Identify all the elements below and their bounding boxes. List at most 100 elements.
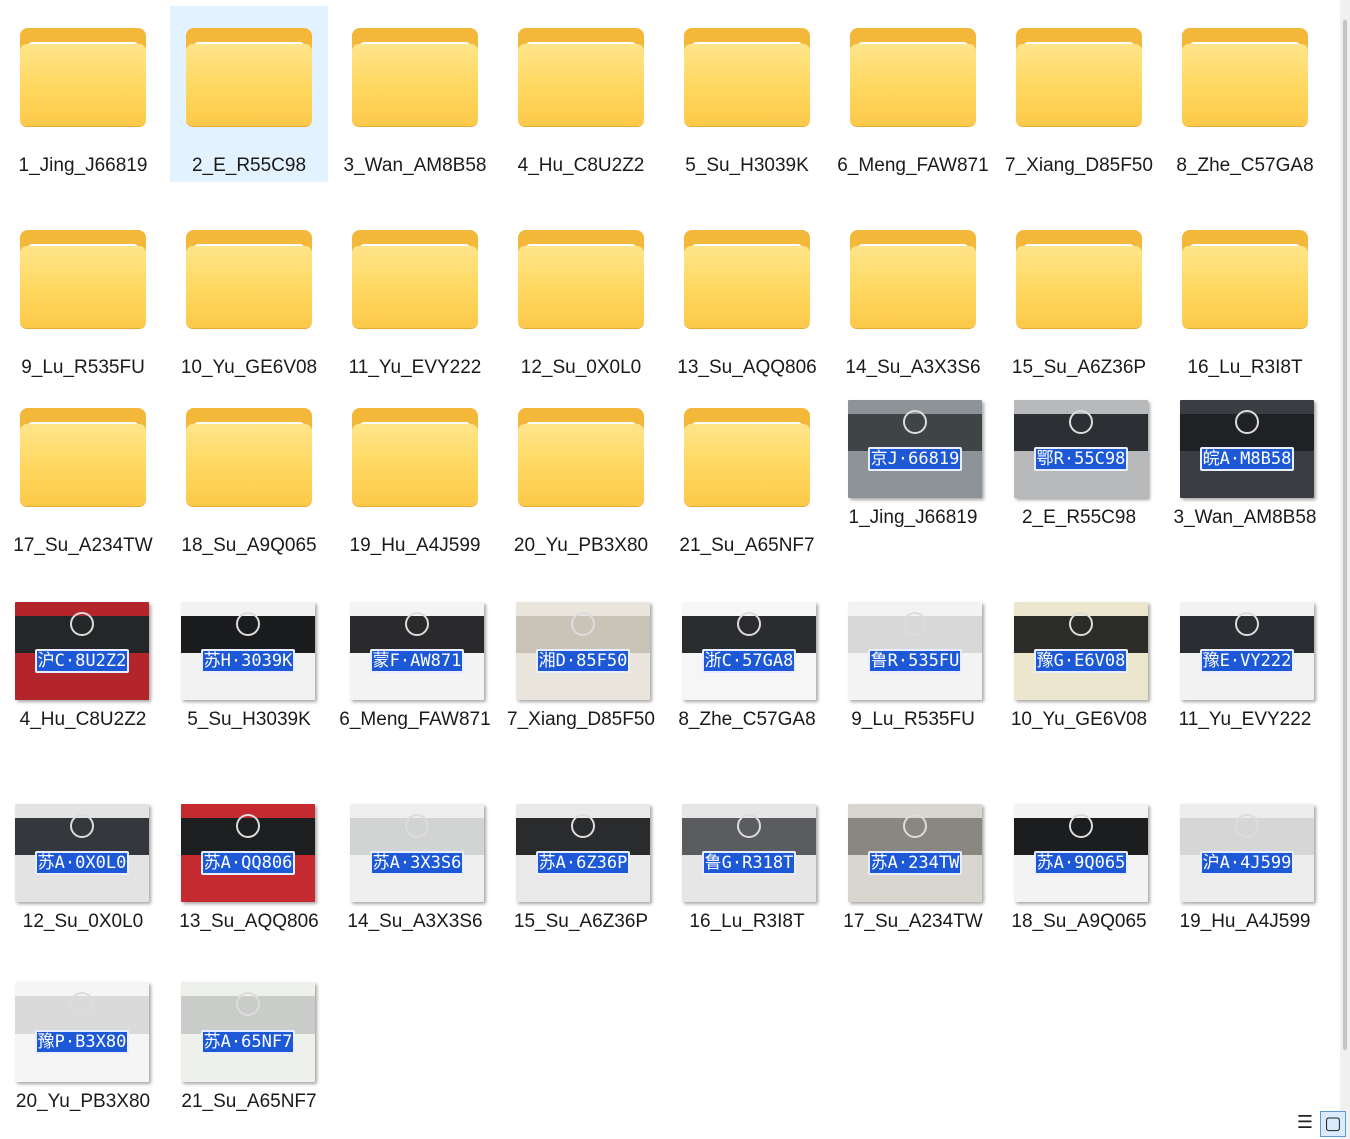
folder-item[interactable]: 13_Su_AQQ806 bbox=[668, 222, 826, 398]
folder-name: 21_Su_A65NF7 bbox=[679, 535, 815, 556]
folder-item[interactable]: 10_Yu_GE6V08 bbox=[170, 222, 328, 398]
image-thumbnail: 苏A·0X0L0 bbox=[15, 804, 149, 902]
image-file-item[interactable]: 苏A·234TW 17_Su_A234TW bbox=[834, 804, 992, 980]
image-thumbnail: 苏A·9Q065 bbox=[1014, 804, 1148, 902]
folder-name: 6_Meng_FAW871 bbox=[837, 155, 989, 176]
license-plate: 湘D·85F50 bbox=[536, 649, 630, 674]
license-plate: 京J·66819 bbox=[868, 447, 962, 472]
folder-front-shape bbox=[850, 44, 976, 126]
folder-icon bbox=[20, 28, 146, 126]
folder-item[interactable]: 21_Su_A65NF7 bbox=[668, 400, 826, 596]
image-file-item[interactable]: 苏A·65NF7 21_Su_A65NF7 bbox=[170, 982, 328, 1112]
car-emblem bbox=[903, 813, 927, 838]
folder-icon bbox=[518, 28, 644, 126]
folder-icon bbox=[352, 408, 478, 506]
image-thumbnail: 豫G·E6V08 bbox=[1014, 602, 1148, 700]
car-emblem bbox=[737, 611, 761, 636]
image-file-item[interactable]: 豫E·VY222 11_Yu_EVY222 bbox=[1166, 602, 1324, 798]
folder-front-shape bbox=[684, 44, 810, 126]
folder-item[interactable]: 1_Jing_J66819 bbox=[4, 6, 162, 182]
car-emblem bbox=[1069, 813, 1093, 838]
folder-item[interactable]: 15_Su_A6Z36P bbox=[1000, 222, 1158, 398]
folder-item[interactable]: 17_Su_A234TW bbox=[4, 400, 162, 596]
folder-front-shape bbox=[1182, 44, 1308, 126]
car-emblem bbox=[1069, 611, 1093, 636]
image-file-item[interactable]: 苏A·0X0L0 12_Su_0X0L0 bbox=[4, 804, 162, 980]
folder-item[interactable]: 2_E_R55C98 bbox=[170, 6, 328, 182]
image-file-item[interactable]: 浙C·57GA8 8_Zhe_C57GA8 bbox=[668, 602, 826, 798]
folder-icon bbox=[684, 28, 810, 126]
folder-item[interactable]: 9_Lu_R535FU bbox=[4, 222, 162, 398]
file-name: 15_Su_A6Z36P bbox=[513, 911, 649, 932]
large-icons-view-icon[interactable]: ▢ bbox=[1320, 1111, 1346, 1137]
file-name: 19_Hu_A4J599 bbox=[1179, 911, 1311, 932]
image-thumbnail: 苏A·234TW bbox=[848, 804, 982, 902]
folder-item[interactable]: 16_Lu_R3I8T bbox=[1166, 222, 1324, 398]
view-toggle: ☰ ▢ bbox=[1292, 1107, 1350, 1139]
image-thumbnail: 苏A·QQ806 bbox=[181, 804, 315, 902]
image-thumbnail: 沪C·8U2Z2 bbox=[15, 602, 149, 700]
image-file-item[interactable]: 皖A·M8B58 3_Wan_AM8B58 bbox=[1166, 400, 1324, 596]
license-plate: 沪A·4J599 bbox=[1200, 851, 1294, 876]
image-thumbnail: 鲁G·R318T bbox=[682, 804, 816, 902]
file-name: 4_Hu_C8U2Z2 bbox=[19, 709, 147, 730]
folder-item[interactable]: 4_Hu_C8U2Z2 bbox=[502, 6, 660, 182]
details-view-icon[interactable]: ☰ bbox=[1292, 1111, 1318, 1137]
image-file-item[interactable]: 苏A·6Z36P 15_Su_A6Z36P bbox=[502, 804, 660, 980]
folder-icon bbox=[20, 230, 146, 328]
folder-icon bbox=[518, 230, 644, 328]
folder-item[interactable]: 8_Zhe_C57GA8 bbox=[1166, 6, 1324, 182]
folder-item[interactable]: 7_Xiang_D85F50 bbox=[1000, 6, 1158, 182]
image-file-item[interactable]: 苏A·9Q065 18_Su_A9Q065 bbox=[1000, 804, 1158, 980]
folder-icon bbox=[352, 28, 478, 126]
license-plate: 苏A·3X3S6 bbox=[370, 851, 464, 876]
image-thumbnail: 京J·66819 bbox=[848, 400, 982, 498]
folder-icon bbox=[186, 408, 312, 506]
folder-item[interactable]: 18_Su_A9Q065 bbox=[170, 400, 328, 596]
image-file-item[interactable]: 豫G·E6V08 10_Yu_GE6V08 bbox=[1000, 602, 1158, 798]
folder-front-shape bbox=[352, 44, 478, 126]
image-file-item[interactable]: 苏A·QQ806 13_Su_AQQ806 bbox=[170, 804, 328, 980]
folder-icon bbox=[1016, 28, 1142, 126]
image-thumbnail: 豫E·VY222 bbox=[1180, 602, 1314, 700]
license-plate: 沪C·8U2Z2 bbox=[35, 649, 129, 674]
image-file-item[interactable]: 蒙F·AW871 6_Meng_FAW871 bbox=[336, 602, 494, 798]
folder-name: 19_Hu_A4J599 bbox=[349, 535, 481, 556]
image-file-item[interactable]: 鲁R·535FU 9_Lu_R535FU bbox=[834, 602, 992, 798]
file-name: 14_Su_A3X3S6 bbox=[347, 911, 483, 932]
folder-item[interactable]: 12_Su_0X0L0 bbox=[502, 222, 660, 398]
car-emblem bbox=[903, 409, 927, 434]
folder-name: 13_Su_AQQ806 bbox=[677, 357, 817, 378]
image-file-item[interactable]: 苏A·3X3S6 14_Su_A3X3S6 bbox=[336, 804, 494, 980]
car-emblem bbox=[70, 992, 94, 1016]
folder-front-shape bbox=[518, 424, 644, 506]
folder-item[interactable]: 5_Su_H3039K bbox=[668, 6, 826, 182]
folder-item[interactable]: 6_Meng_FAW871 bbox=[834, 6, 992, 182]
folder-item[interactable]: 20_Yu_PB3X80 bbox=[502, 400, 660, 596]
file-name: 8_Zhe_C57GA8 bbox=[678, 709, 816, 730]
folder-icon bbox=[518, 408, 644, 506]
vertical-scrollbar[interactable] bbox=[1340, 0, 1350, 1139]
image-file-item[interactable]: 沪A·4J599 19_Hu_A4J599 bbox=[1166, 804, 1324, 980]
image-file-item[interactable]: 沪C·8U2Z2 4_Hu_C8U2Z2 bbox=[4, 602, 162, 798]
folder-item[interactable]: 19_Hu_A4J599 bbox=[336, 400, 494, 596]
image-thumbnail: 苏A·65NF7 bbox=[181, 982, 315, 1082]
folder-item[interactable]: 14_Su_A3X3S6 bbox=[834, 222, 992, 398]
image-file-item[interactable]: 豫P·B3X80 20_Yu_PB3X80 bbox=[4, 982, 162, 1112]
scrollbar-thumb[interactable] bbox=[1343, 20, 1347, 1050]
image-file-item[interactable]: 湘D·85F50 7_Xiang_D85F50 bbox=[502, 602, 660, 798]
folder-item[interactable]: 3_Wan_AM8B58 bbox=[336, 6, 494, 182]
image-file-item[interactable]: 鲁G·R318T 16_Lu_R3I8T bbox=[668, 804, 826, 980]
license-plate: 豫E·VY222 bbox=[1200, 649, 1294, 674]
folder-front-shape bbox=[186, 246, 312, 328]
car-emblem bbox=[70, 813, 94, 838]
image-file-item[interactable]: 京J·66819 1_Jing_J66819 bbox=[834, 400, 992, 596]
folder-front-shape bbox=[20, 44, 146, 126]
image-file-item[interactable]: 苏H·3039K 5_Su_H3039K bbox=[170, 602, 328, 798]
folder-name: 1_Jing_J66819 bbox=[18, 155, 148, 176]
image-file-item[interactable]: 鄂R·55C98 2_E_R55C98 bbox=[1000, 400, 1158, 596]
folder-front-shape bbox=[1016, 246, 1142, 328]
car-emblem bbox=[903, 611, 927, 636]
folder-item[interactable]: 11_Yu_EVY222 bbox=[336, 222, 494, 398]
folder-name: 5_Su_H3039K bbox=[685, 155, 809, 176]
